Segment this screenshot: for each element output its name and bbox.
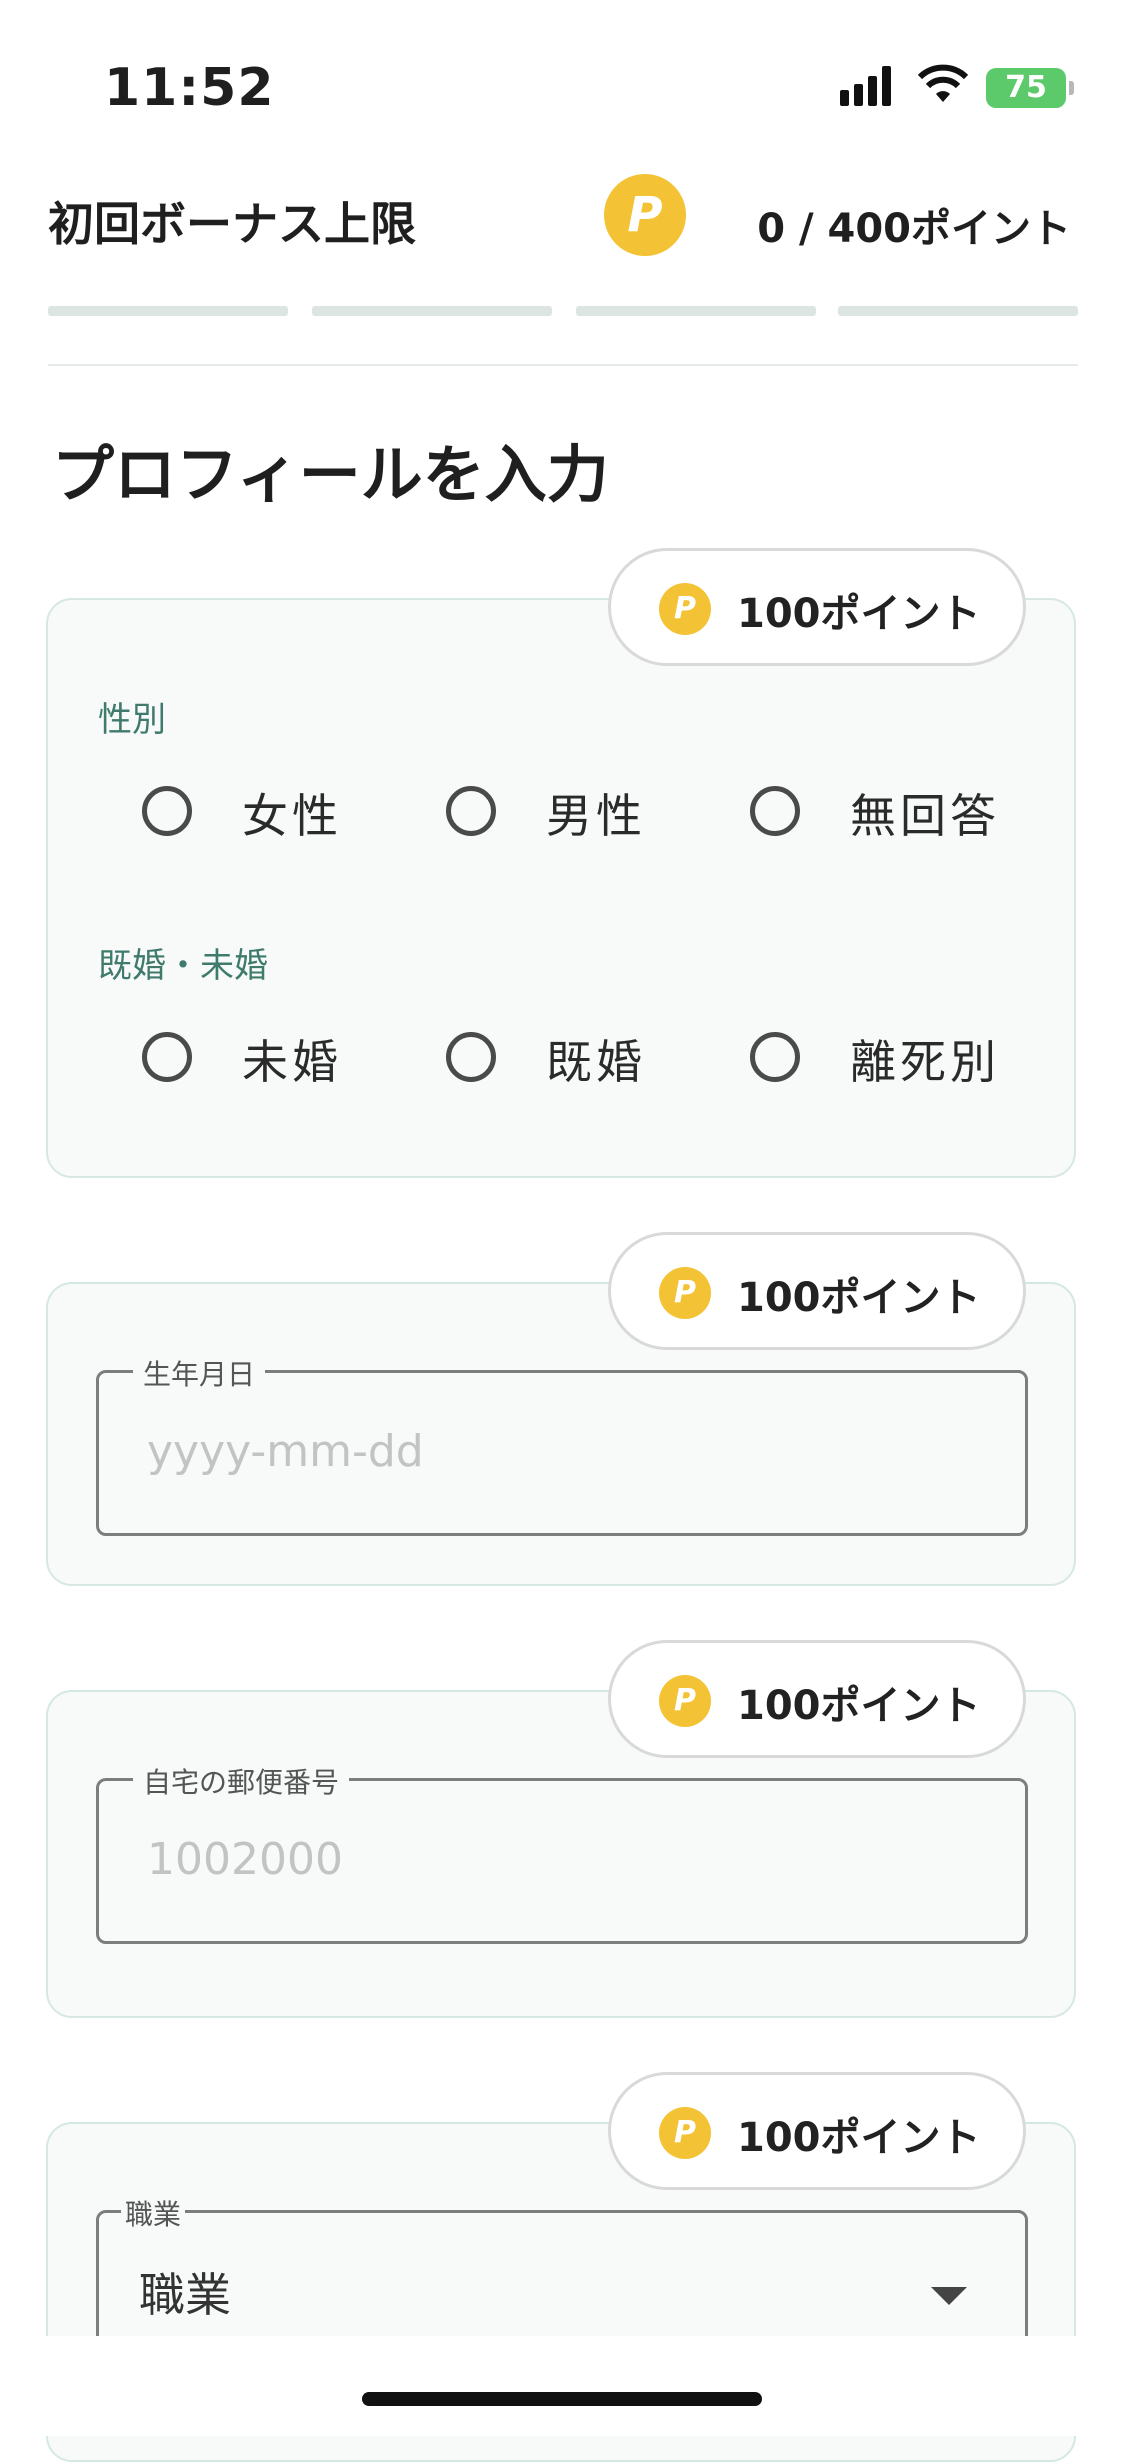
point-badge-label: 100ポイント bbox=[737, 2115, 981, 2161]
point-badge: P 100ポイント bbox=[608, 1232, 1026, 1350]
postal-code-field: 自宅の郵便番号 bbox=[96, 1761, 1028, 1944]
point-badge-label: 100ポイント bbox=[737, 591, 981, 637]
point-coin-icon: P bbox=[659, 1267, 711, 1319]
point-coin-icon: P bbox=[604, 174, 686, 256]
point-badge: P 100ポイント bbox=[608, 1640, 1026, 1758]
radio-marital-single[interactable] bbox=[142, 1032, 192, 1082]
point-coin-icon: P bbox=[659, 2107, 711, 2159]
birthday-field: 生年月日 bbox=[96, 1353, 1028, 1536]
cellular-signal-icon bbox=[840, 66, 896, 106]
radio-label-married[interactable]: 既婚 bbox=[546, 1026, 646, 1092]
point-coin-icon: P bbox=[659, 1675, 711, 1727]
progress-segment-4 bbox=[838, 306, 1078, 316]
postal-code-field-label: 自宅の郵便番号 bbox=[133, 1761, 350, 1801]
radio-label-single[interactable]: 未婚 bbox=[242, 1026, 342, 1092]
point-badge: P 100ポイント bbox=[608, 548, 1026, 666]
radio-label-divorced[interactable]: 離死別 bbox=[850, 1026, 1000, 1092]
birthday-field-label: 生年月日 bbox=[133, 1353, 266, 1393]
home-indicator[interactable] bbox=[362, 2392, 762, 2406]
dropdown-arrow-icon bbox=[931, 2287, 967, 2305]
radio-label-no-answer[interactable]: 無回答 bbox=[850, 780, 1000, 846]
bonus-limit-title: 初回ボーナス上限 bbox=[48, 197, 416, 251]
radio-marital-divorced[interactable] bbox=[750, 1032, 800, 1082]
postal-code-input[interactable] bbox=[145, 1823, 969, 1895]
occupation-select-value: 職業 bbox=[139, 2268, 231, 2322]
point-badge: P 100ポイント bbox=[608, 2072, 1026, 2190]
battery-icon: 75 bbox=[986, 68, 1074, 108]
point-badge-label: 100ポイント bbox=[737, 1275, 981, 1321]
radio-gender-female[interactable] bbox=[142, 786, 192, 836]
progress-segment-2 bbox=[312, 306, 552, 316]
radio-label-male[interactable]: 男性 bbox=[546, 780, 646, 846]
wifi-icon bbox=[918, 64, 968, 102]
progress-segment-1 bbox=[48, 306, 288, 316]
radio-label-female[interactable]: 女性 bbox=[242, 780, 342, 846]
radio-gender-male[interactable] bbox=[446, 786, 496, 836]
radio-gender-no-answer[interactable] bbox=[750, 786, 800, 836]
point-coin-icon: P bbox=[659, 583, 711, 635]
page-title: プロフィールを入力 bbox=[52, 438, 609, 511]
occupation-field-label: 職業 bbox=[121, 2193, 186, 2233]
progress-segment-3 bbox=[576, 306, 816, 316]
gender-label: 性別 bbox=[98, 700, 166, 740]
bonus-points-counter: 0 / 400ポイント bbox=[757, 206, 1071, 252]
birthday-input[interactable] bbox=[145, 1415, 969, 1487]
marital-label: 既婚・未婚 bbox=[98, 946, 268, 986]
status-time: 11:52 bbox=[104, 58, 275, 118]
point-badge-label: 100ポイント bbox=[737, 1683, 981, 1729]
header-divider bbox=[48, 364, 1078, 366]
bottom-safe-area bbox=[0, 2336, 1125, 2436]
radio-marital-married[interactable] bbox=[446, 1032, 496, 1082]
